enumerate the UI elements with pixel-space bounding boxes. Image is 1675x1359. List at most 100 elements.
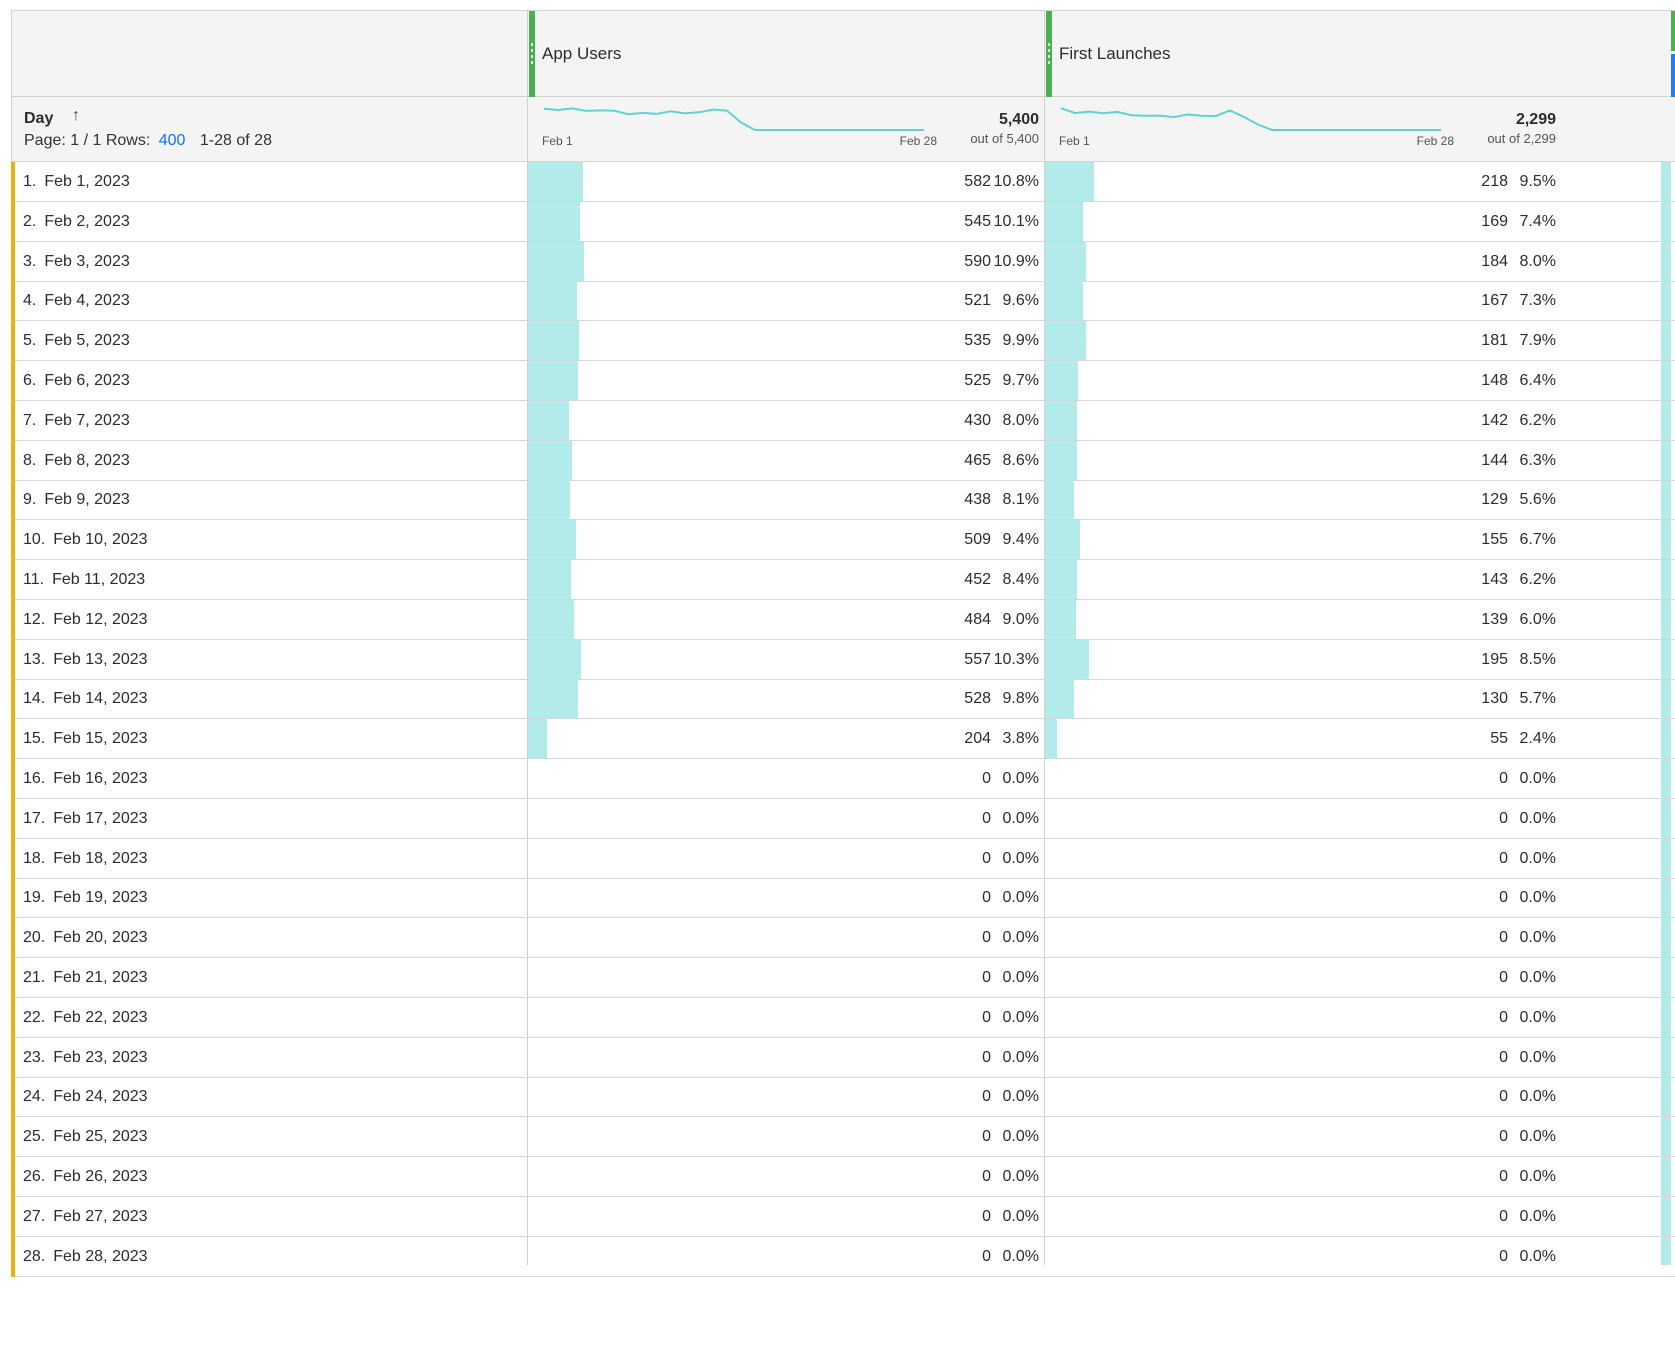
next-column-grip-icon[interactable]	[1671, 11, 1675, 51]
row-label[interactable]: 27. Feb 27, 2023	[23, 1208, 148, 1226]
row-label[interactable]: 16. Feb 16, 2023	[23, 770, 148, 788]
metric-cell-first-launches[interactable]: 0 0.0%	[1045, 1077, 1561, 1117]
metric-cell-app-users[interactable]: 535 9.9%	[528, 321, 1044, 361]
row-label[interactable]: 22. Feb 22, 2023	[23, 1009, 148, 1027]
table-row[interactable]: 4. Feb 4, 2023 521 9.6% 167 7.3%	[11, 281, 1675, 322]
table-row[interactable]: 28. Feb 28, 2023 0 0.0% 0 0.0%	[11, 1236, 1675, 1277]
metric-cell-app-users[interactable]: 521 9.6%	[528, 281, 1044, 321]
table-row[interactable]: 15. Feb 15, 2023 204 3.8% 55 2.4%	[11, 719, 1675, 760]
metric-cell-app-users[interactable]: 0 0.0%	[528, 958, 1044, 998]
row-label[interactable]: 15. Feb 15, 2023	[23, 730, 148, 748]
metric-cell-first-launches[interactable]: 0 0.0%	[1045, 1117, 1561, 1157]
table-row[interactable]: 3. Feb 3, 2023 590 10.9% 184 8.0%	[11, 241, 1675, 282]
metric-cell-app-users[interactable]: 465 8.6%	[528, 440, 1044, 481]
table-row[interactable]: 19. Feb 19, 2023 0 0.0% 0 0.0%	[11, 878, 1675, 919]
metric-cell-first-launches[interactable]: 0 0.0%	[1045, 1197, 1561, 1237]
metric-cell-first-launches[interactable]: 142 6.2%	[1045, 400, 1561, 441]
row-label[interactable]: 9. Feb 9, 2023	[23, 491, 130, 509]
table-row[interactable]: 13. Feb 13, 2023 557 10.3% 195 8.5%	[11, 639, 1675, 680]
row-label[interactable]: 3. Feb 3, 2023	[23, 253, 130, 271]
metric-cell-app-users[interactable]: 0 0.0%	[528, 998, 1044, 1038]
row-label[interactable]: 12. Feb 12, 2023	[23, 611, 148, 629]
table-row[interactable]: 10. Feb 10, 2023 509 9.4% 155 6.7%	[11, 520, 1675, 561]
metric-cell-first-launches[interactable]: 130 5.7%	[1045, 679, 1561, 719]
metric-cell-first-launches[interactable]: 167 7.3%	[1045, 281, 1561, 321]
table-row[interactable]: 7. Feb 7, 2023 430 8.0% 142 6.2%	[11, 400, 1675, 441]
metric-cell-app-users[interactable]: 0 0.0%	[528, 1038, 1044, 1078]
metric-cell-first-launches[interactable]: 0 0.0%	[1045, 1237, 1561, 1277]
metric-cell-app-users[interactable]: 545 10.1%	[528, 201, 1044, 242]
metric-cell-first-launches[interactable]: 0 0.0%	[1045, 918, 1561, 958]
table-row[interactable]: 2. Feb 2, 2023 545 10.1% 169 7.4%	[11, 201, 1675, 242]
metric-cell-first-launches[interactable]: 0 0.0%	[1045, 759, 1561, 799]
row-label[interactable]: 5. Feb 5, 2023	[23, 332, 130, 350]
table-row[interactable]: 22. Feb 22, 2023 0 0.0% 0 0.0%	[11, 997, 1675, 1038]
metric-cell-app-users[interactable]: 528 9.8%	[528, 679, 1044, 719]
metric-cell-app-users[interactable]: 590 10.9%	[528, 241, 1044, 282]
metric-cell-first-launches[interactable]: 139 6.0%	[1045, 599, 1561, 640]
row-label[interactable]: 13. Feb 13, 2023	[23, 651, 148, 669]
metric-cell-app-users[interactable]: 0 0.0%	[528, 1117, 1044, 1157]
metric-cell-first-launches[interactable]: 143 6.2%	[1045, 560, 1561, 600]
row-label[interactable]: 4. Feb 4, 2023	[23, 292, 130, 310]
metric-cell-first-launches[interactable]: 0 0.0%	[1045, 1038, 1561, 1078]
row-label[interactable]: 28. Feb 28, 2023	[23, 1248, 148, 1266]
rows-per-page-select[interactable]: 400	[159, 132, 186, 149]
row-label[interactable]: 20. Feb 20, 2023	[23, 929, 148, 947]
metric-cell-first-launches[interactable]: 184 8.0%	[1045, 241, 1561, 282]
table-row[interactable]: 12. Feb 12, 2023 484 9.0% 139 6.0%	[11, 599, 1675, 640]
table-row[interactable]: 1. Feb 1, 2023 582 10.8% 218 9.5%	[11, 162, 1675, 202]
drag-handle-icon[interactable]	[529, 11, 535, 98]
table-row[interactable]: 27. Feb 27, 2023 0 0.0% 0 0.0%	[11, 1196, 1675, 1237]
row-label[interactable]: 17. Feb 17, 2023	[23, 810, 148, 828]
metric-cell-app-users[interactable]: 0 0.0%	[528, 799, 1044, 839]
table-row[interactable]: 8. Feb 8, 2023 465 8.6% 144 6.3%	[11, 440, 1675, 481]
table-row[interactable]: 16. Feb 16, 2023 0 0.0% 0 0.0%	[11, 759, 1675, 799]
metric-cell-first-launches[interactable]: 218 9.5%	[1045, 162, 1561, 202]
metric-cell-app-users[interactable]: 0 0.0%	[528, 918, 1044, 958]
metric-cell-app-users[interactable]: 0 0.0%	[528, 878, 1044, 918]
drag-handle-icon[interactable]	[1046, 11, 1052, 98]
metric-cell-first-launches[interactable]: 195 8.5%	[1045, 639, 1561, 680]
metric-cell-app-users[interactable]: 525 9.7%	[528, 361, 1044, 401]
metric-cell-first-launches[interactable]: 0 0.0%	[1045, 958, 1561, 998]
table-row[interactable]: 26. Feb 26, 2023 0 0.0% 0 0.0%	[11, 1157, 1675, 1197]
table-row[interactable]: 14. Feb 14, 2023 528 9.8% 130 5.7%	[11, 679, 1675, 720]
row-label[interactable]: 2. Feb 2, 2023	[23, 213, 130, 231]
metric-cell-app-users[interactable]: 582 10.8%	[528, 162, 1044, 202]
row-label[interactable]: 6. Feb 6, 2023	[23, 372, 130, 390]
table-row[interactable]: 18. Feb 18, 2023 0 0.0% 0 0.0%	[11, 838, 1675, 879]
segment-grip-icon[interactable]	[1671, 54, 1675, 98]
metric-cell-first-launches[interactable]: 169 7.4%	[1045, 201, 1561, 242]
row-label[interactable]: 10. Feb 10, 2023	[23, 531, 148, 549]
row-label[interactable]: 14. Feb 14, 2023	[23, 690, 148, 708]
row-label[interactable]: 26. Feb 26, 2023	[23, 1168, 148, 1186]
metric-cell-app-users[interactable]: 509 9.4%	[528, 520, 1044, 560]
metric-cell-first-launches[interactable]: 0 0.0%	[1045, 998, 1561, 1038]
row-label[interactable]: 18. Feb 18, 2023	[23, 850, 148, 868]
metric-header-app-users[interactable]: App Users	[529, 11, 1081, 98]
metric-cell-first-launches[interactable]: 155 6.7%	[1045, 520, 1561, 560]
metric-cell-first-launches[interactable]: 129 5.6%	[1045, 480, 1561, 520]
metric-cell-app-users[interactable]: 0 0.0%	[528, 1157, 1044, 1197]
table-row[interactable]: 25. Feb 25, 2023 0 0.0% 0 0.0%	[11, 1117, 1675, 1158]
metric-header-first-launches[interactable]: First Launches	[1046, 11, 1598, 98]
table-row[interactable]: 6. Feb 6, 2023 525 9.7% 148 6.4%	[11, 361, 1675, 401]
table-row[interactable]: 24. Feb 24, 2023 0 0.0% 0 0.0%	[11, 1077, 1675, 1118]
dimension-title[interactable]: Day	[24, 110, 53, 128]
metric-cell-first-launches[interactable]: 148 6.4%	[1045, 361, 1561, 401]
metric-cell-app-users[interactable]: 0 0.0%	[528, 1237, 1044, 1277]
metric-cell-app-users[interactable]: 452 8.4%	[528, 560, 1044, 600]
table-row[interactable]: 23. Feb 23, 2023 0 0.0% 0 0.0%	[11, 1037, 1675, 1078]
metric-cell-app-users[interactable]: 0 0.0%	[528, 1197, 1044, 1237]
sort-ascending-icon[interactable]: ↑	[72, 107, 80, 125]
metric-cell-first-launches[interactable]: 144 6.3%	[1045, 440, 1561, 481]
row-label[interactable]: 19. Feb 19, 2023	[23, 889, 148, 907]
metric-cell-app-users[interactable]: 204 3.8%	[528, 719, 1044, 759]
table-row[interactable]: 20. Feb 20, 2023 0 0.0% 0 0.0%	[11, 918, 1675, 959]
row-label[interactable]: 1. Feb 1, 2023	[23, 173, 130, 191]
row-label[interactable]: 11. Feb 11, 2023	[23, 571, 145, 589]
table-row[interactable]: 21. Feb 21, 2023 0 0.0% 0 0.0%	[11, 958, 1675, 998]
table-row[interactable]: 5. Feb 5, 2023 535 9.9% 181 7.9%	[11, 321, 1675, 362]
row-label[interactable]: 7. Feb 7, 2023	[23, 412, 130, 430]
